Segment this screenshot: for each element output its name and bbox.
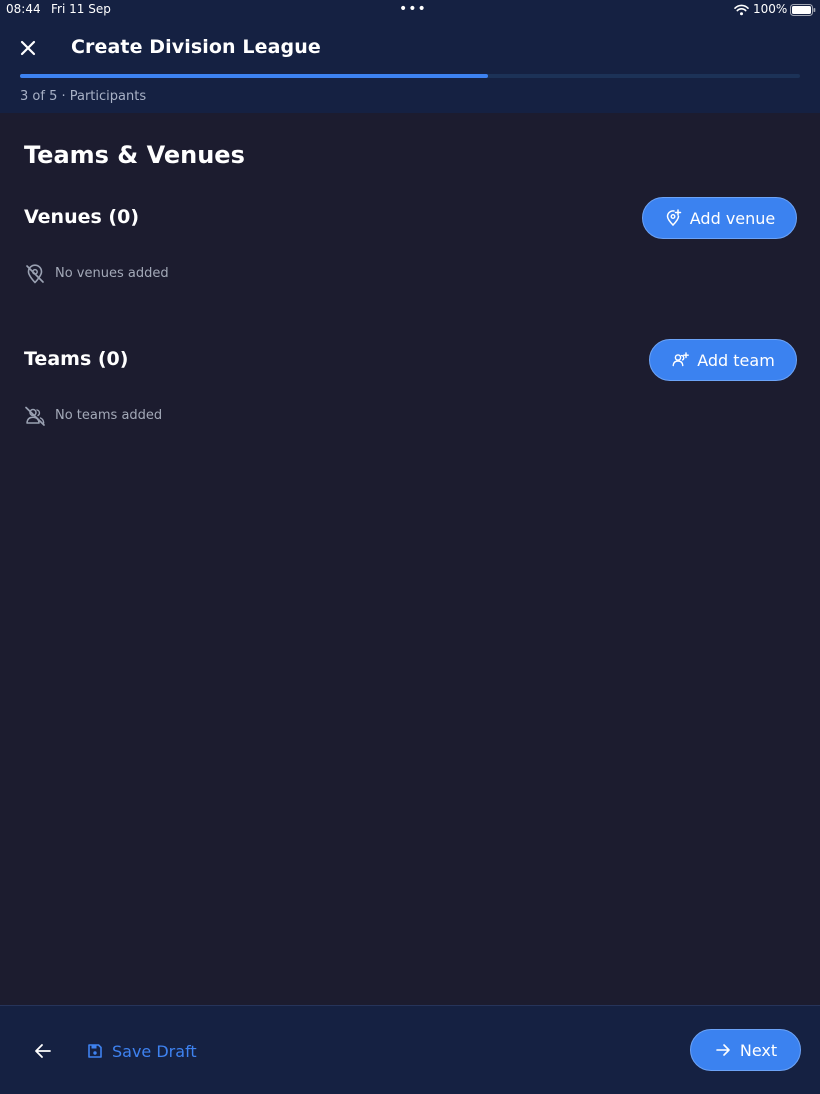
- status-time: 08:44: [6, 2, 41, 16]
- wifi-icon: [734, 4, 749, 16]
- next-button[interactable]: Next: [690, 1029, 801, 1071]
- venues-empty-text: No venues added: [55, 266, 169, 281]
- add-venue-button[interactable]: Add venue: [642, 197, 797, 239]
- location-off-icon: [26, 264, 44, 284]
- next-label: Next: [739, 1040, 778, 1060]
- multitasking-dots-icon[interactable]: •••: [399, 1, 427, 17]
- back-button[interactable]: [29, 1037, 57, 1065]
- add-team-button[interactable]: Add team: [649, 339, 797, 381]
- save-draft-button[interactable]: Save Draft: [86, 1040, 197, 1062]
- venues-heading: Venues (0): [24, 206, 140, 228]
- close-button[interactable]: [14, 34, 42, 62]
- add-team-label: Add team: [697, 350, 775, 370]
- teams-heading: Teams (0): [24, 348, 129, 370]
- add-group-icon: [672, 352, 690, 367]
- save-draft-label: Save Draft: [112, 1041, 197, 1061]
- teams-empty-state: No teams added: [24, 405, 224, 427]
- close-icon: [20, 40, 36, 56]
- arrow-left-icon: [35, 1044, 51, 1058]
- save-icon: [88, 1044, 102, 1058]
- add-venue-label: Add venue: [689, 208, 776, 228]
- group-off-icon: [25, 406, 45, 426]
- progress-bar: [20, 74, 800, 78]
- venues-empty-state: No venues added: [24, 263, 224, 285]
- section-title: Teams & Venues: [24, 141, 245, 169]
- battery-percentage: 100%: [753, 2, 788, 16]
- page-title: Create Division League: [71, 36, 321, 58]
- teams-empty-text: No teams added: [55, 408, 163, 423]
- arrow-right-icon: [716, 1044, 730, 1056]
- status-bar: 08:44 Fri 11 Sep ••• 100%: [0, 0, 820, 20]
- step-indicator: 3 of 5 · Participants: [20, 89, 147, 104]
- battery-icon: [790, 4, 816, 16]
- footer-bar: Save Draft Next: [0, 1005, 820, 1094]
- status-date: Fri 11 Sep: [51, 2, 111, 16]
- progress-bar-fill: [20, 74, 488, 78]
- add-location-icon: [666, 209, 681, 226]
